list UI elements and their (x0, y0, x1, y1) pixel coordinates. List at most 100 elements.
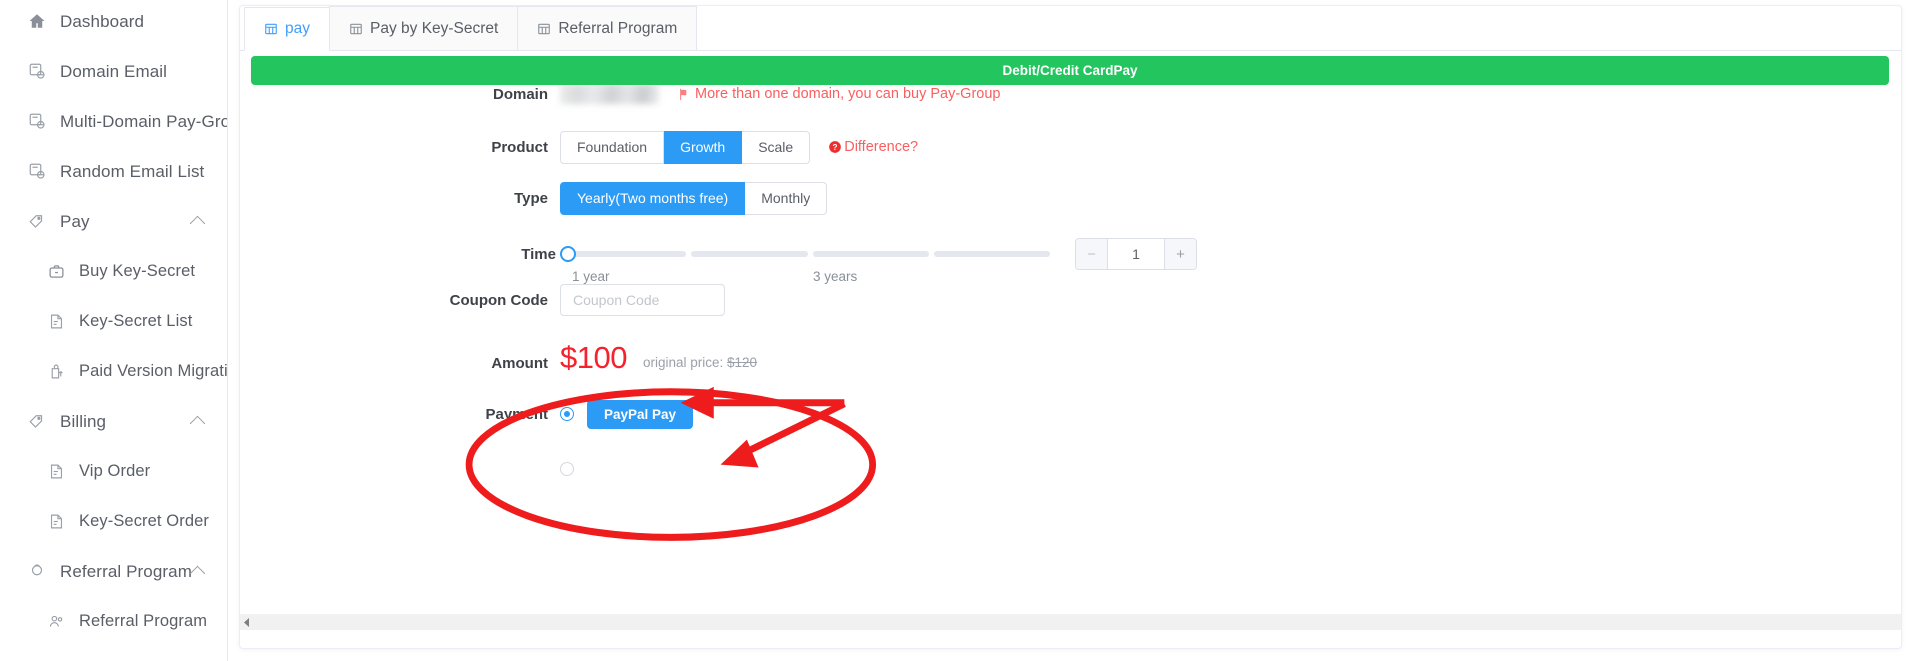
sidebar-item-label: Paid Version Migration (79, 361, 228, 380)
sidebar-item-random-email-list[interactable]: Random Email List (0, 146, 227, 196)
domain-value-redacted[interactable] (560, 84, 659, 104)
difference-link[interactable]: ? Difference? (828, 139, 918, 155)
svg-text:?: ? (833, 143, 838, 152)
type-option-yearly[interactable]: Yearly(Two months free) (560, 181, 746, 215)
form-row-time: Time − 1 + (240, 237, 1901, 271)
sidebar-item-key-secret-order[interactable]: Key-Secret Order (0, 496, 227, 546)
slider-mark-max: 3 years (813, 269, 858, 284)
slider-segment (570, 251, 687, 257)
sidebar-item-domain-email[interactable]: Domain Email (0, 46, 227, 96)
tab-label: pay (285, 20, 310, 37)
share-icon (27, 561, 47, 581)
table-icon (537, 22, 551, 36)
coupon-label: Coupon Code (449, 291, 548, 309)
sidebar-group-billing[interactable]: Billing (0, 396, 227, 446)
sidebar-item-label: Random Email List (60, 161, 205, 181)
people-icon (46, 611, 66, 631)
paypal-pay-button[interactable]: PayPal Pay (587, 399, 694, 429)
app-root: Dashboard Domain Email Multi-Domain Pay-… (0, 0, 1914, 661)
scrollbar-thumb[interactable] (254, 614, 1887, 630)
tab-bar: pay Pay by Key-Secret Referral Program (240, 6, 1901, 51)
tab-pay-by-key-secret[interactable]: Pay by Key-Secret (329, 6, 519, 50)
mail-domain-icon (27, 161, 47, 181)
sidebar-item-multi-domain-pay-group[interactable]: Multi-Domain Pay-Group (0, 96, 227, 146)
question-circle-icon: ? (828, 140, 842, 154)
domain-warning: More than one domain, you can buy Pay-Gr… (677, 86, 1000, 102)
tab-referral-program[interactable]: Referral Program (517, 6, 698, 50)
original-price: original price: $120 (643, 355, 757, 373)
product-label: Product (491, 138, 548, 156)
coupon-input[interactable] (560, 284, 725, 316)
sidebar-item-referral-program[interactable]: Referral Program (0, 596, 227, 646)
sidebar-item-label: Pay (60, 211, 90, 231)
slider-segment (933, 251, 1050, 257)
slider-mark-min: 1 year (572, 269, 610, 284)
sidebar-item-label: Key-Secret List (79, 311, 193, 330)
slider-segment (812, 251, 929, 257)
tag-icon (27, 211, 47, 231)
product-option-scale[interactable]: Scale (742, 130, 811, 164)
domain-label: Domain (492, 85, 548, 103)
scroll-right-arrow-icon[interactable] (1887, 614, 1901, 630)
form-row-coupon: Coupon Code (240, 283, 1901, 317)
payment-label: Payment (485, 405, 548, 423)
doc-key-icon (46, 311, 66, 331)
sidebar-item-label: Dashboard (60, 11, 145, 31)
main-content: pay Pay by Key-Secret Referral Program D… (228, 0, 1914, 661)
amount-value: $100 (560, 340, 627, 375)
tab-pay[interactable]: pay (244, 7, 330, 51)
table-icon (264, 22, 278, 36)
tab-label: Pay by Key-Secret (370, 19, 499, 37)
type-label: Type (514, 189, 548, 207)
sidebar: Dashboard Domain Email Multi-Domain Pay-… (0, 0, 228, 661)
pay-form: Domain More than one domain, you can buy… (240, 51, 1901, 486)
sidebar-item-label: Referral Program (79, 611, 208, 630)
horizontal-scrollbar[interactable] (240, 614, 1901, 630)
product-option-growth[interactable]: Growth (664, 130, 743, 164)
slider-segment (691, 251, 808, 257)
stepper-value[interactable]: 1 (1108, 239, 1164, 269)
payment-radio-card[interactable] (560, 462, 574, 476)
sidebar-item-vip-order[interactable]: Vip Order (0, 446, 227, 496)
sidebar-group-pay[interactable]: Pay (0, 196, 227, 246)
payment-radio-paypal[interactable] (560, 407, 574, 421)
mail-domain-icon (27, 61, 47, 81)
sidebar-item-label: Billing (60, 411, 107, 431)
upgrade-icon (46, 361, 66, 381)
time-slider[interactable] (560, 243, 1050, 265)
form-row-payment-card: Debit/Credit CardPay (240, 56, 1901, 486)
form-row-payment-paypal: Payment PayPal Pay (240, 397, 1901, 431)
sidebar-item-buy-key-secret[interactable]: Buy Key-Secret (0, 246, 227, 296)
mail-domain-icon (27, 111, 47, 131)
sidebar-item-label: Buy Key-Secret (79, 261, 196, 280)
sidebar-item-label: Domain Email (60, 61, 168, 81)
sidebar-item-label: Key-Secret Order (79, 511, 209, 530)
table-icon (349, 22, 363, 36)
stepper-increment-button[interactable]: + (1164, 239, 1196, 269)
slider-knob[interactable] (560, 246, 576, 262)
chevron-up-icon (189, 565, 206, 582)
product-option-group: Foundation Growth Scale (560, 130, 811, 164)
sidebar-item-paid-version-migration[interactable]: Paid Version Migration (0, 346, 227, 396)
pay-card: pay Pay by Key-Secret Referral Program D… (239, 5, 1902, 649)
scroll-left-arrow-icon[interactable] (240, 614, 254, 630)
doc-key-icon (46, 461, 66, 481)
sidebar-item-dashboard[interactable]: Dashboard (0, 0, 227, 46)
domain-warning-text: More than one domain, you can buy Pay-Gr… (695, 86, 1001, 102)
debit-credit-card-pay-button[interactable]: Debit/Credit CardPay (251, 56, 1889, 85)
sidebar-item-key-secret-list[interactable]: Key-Secret List (0, 296, 227, 346)
sidebar-item-label: Vip Order (79, 461, 151, 480)
tag-icon (27, 411, 47, 431)
type-option-group: Yearly(Two months free) Monthly (560, 181, 828, 215)
form-row-product: Product Foundation Growth Scale ? Differ… (240, 130, 1901, 164)
type-option-monthly[interactable]: Monthly (745, 181, 828, 215)
chevron-up-icon (189, 215, 206, 232)
difference-link-text: Difference? (844, 139, 919, 155)
stepper-decrement-button[interactable]: − (1076, 239, 1108, 269)
flag-icon (677, 87, 692, 102)
doc-key-icon (46, 511, 66, 531)
product-option-foundation[interactable]: Foundation (560, 130, 665, 164)
sidebar-group-referral-program[interactable]: Referral Program (0, 546, 227, 596)
time-label: Time (521, 245, 556, 263)
form-row-type: Type Yearly(Two months free) Monthly (240, 181, 1901, 215)
